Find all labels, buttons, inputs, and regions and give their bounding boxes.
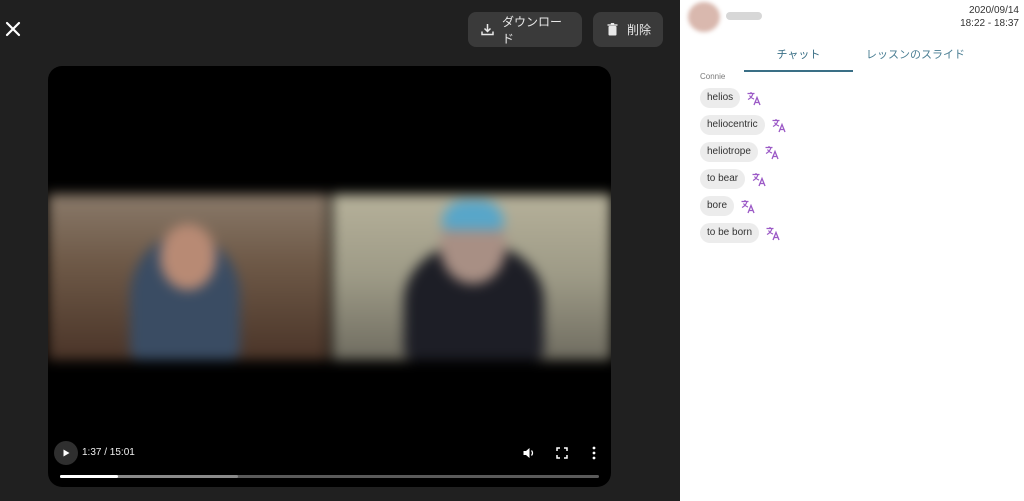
side-panel: 2020/09/14 18:22 - 18:37 チャット レッスンのスライド … [680, 0, 1024, 501]
chat-message-text: heliotrope [700, 141, 758, 162]
trash-icon [605, 22, 620, 37]
volume-button[interactable] [521, 445, 537, 461]
avatar [688, 2, 720, 32]
translate-icon[interactable] [765, 225, 781, 241]
session-date: 2020/09/14 [968, 5, 1019, 16]
chat-message-text: to be born [700, 222, 760, 243]
tab-lesson-slides[interactable]: レッスンのスライド [866, 46, 965, 62]
chat-message-text: heliocentric [700, 114, 765, 135]
chat-message-text: bore [700, 195, 735, 216]
panel-tabs: チャット レッスンのスライド [744, 46, 1024, 72]
more-options-button[interactable] [586, 445, 602, 461]
progress-played [60, 475, 119, 478]
chat-message-text: to bear [700, 168, 746, 189]
video-frame [48, 194, 611, 360]
translate-icon[interactable] [764, 144, 780, 160]
translate-icon[interactable] [740, 198, 756, 214]
chat-message: heliotrope [700, 138, 787, 165]
more-vertical-icon [592, 446, 596, 460]
chat-message: bore [700, 192, 787, 219]
delete-button[interactable]: 削除 [593, 12, 663, 47]
translate-icon[interactable] [746, 90, 762, 106]
volume-icon [523, 448, 534, 458]
fullscreen-icon [556, 447, 568, 459]
session-datetime: 2020/09/14 18:22 - 18:37 [960, 4, 1019, 30]
tab-chat[interactable]: チャット [744, 46, 853, 72]
close-button[interactable] [4, 18, 24, 40]
play-icon [63, 449, 70, 457]
play-button[interactable] [54, 441, 78, 465]
session-time-range: 18:22 - 18:37 [960, 18, 1019, 29]
download-button[interactable]: ダウンロード [468, 12, 582, 47]
chat-message: helios [700, 84, 787, 111]
download-label: ダウンロード [502, 14, 563, 46]
username-blurred [726, 12, 762, 20]
delete-label: 削除 [627, 23, 652, 37]
time-display: 1:37 / 15:01 [82, 447, 135, 458]
recording-viewer: ダウンロード 削除 1:37 / 15:01 [0, 0, 680, 501]
chat-message: to bear [700, 165, 787, 192]
translate-icon[interactable] [771, 117, 787, 133]
fullscreen-button[interactable] [554, 445, 570, 461]
chat-log: Connie helios heliocentric heliotrope to be… [700, 72, 787, 246]
progress-bar[interactable] [60, 475, 599, 478]
translate-icon[interactable] [751, 171, 767, 187]
chat-message-text: helios [700, 87, 741, 108]
video-controls: 1:37 / 15:01 [48, 441, 611, 487]
chat-messages: helios heliocentric heliotrope to bear bore t… [700, 84, 787, 246]
chat-message: heliocentric [700, 111, 787, 138]
close-icon [5, 21, 21, 37]
chat-message: to be born [700, 219, 787, 246]
video-player[interactable]: 1:37 / 15:01 [48, 66, 611, 487]
chat-sender: Connie [700, 72, 726, 81]
download-icon [480, 22, 495, 37]
